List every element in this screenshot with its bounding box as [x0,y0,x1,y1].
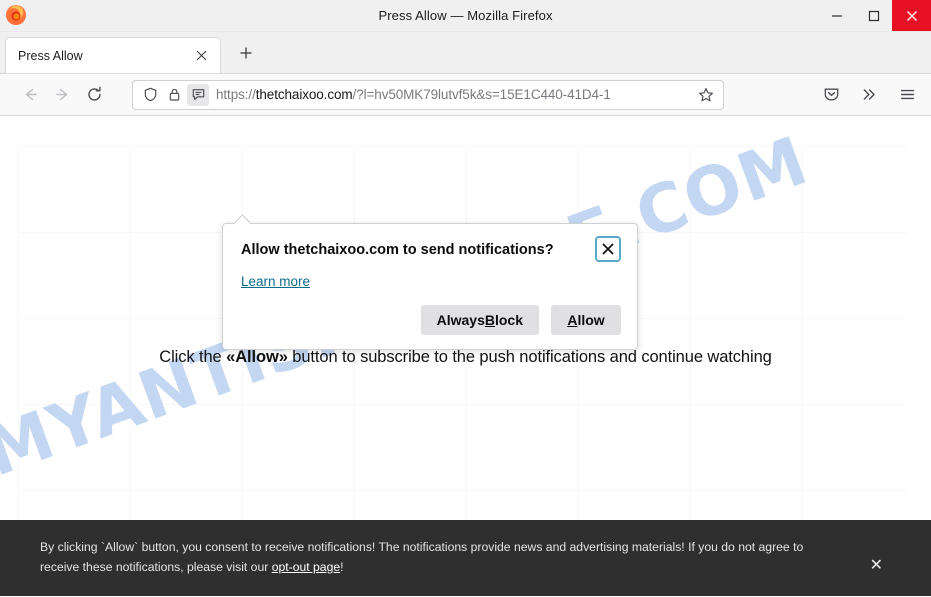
consent-text-part2: ! [340,560,344,574]
instruction-suffix: button to subscribe to the push notifica… [287,348,772,366]
url-host: thetchaixoo.com [255,87,353,102]
page-content: MYANTISPYWARE.COM Click the «Allow» butt… [0,116,931,596]
tab-strip: Press Allow [0,32,931,74]
tab-close-icon[interactable] [190,45,212,67]
consent-text-part1: By clicking `Allow` button, you consent … [40,540,804,574]
url-scheme: https:// [216,87,256,102]
shield-icon[interactable] [139,84,161,106]
new-tab-button[interactable] [233,40,259,66]
allow-suffix: llow [577,312,605,328]
navigation-toolbar: https://thetchaixoo.com/?l=hv50MK79lutvf… [0,74,931,116]
tab-title: Press Allow [18,48,83,63]
reload-button[interactable] [78,80,110,110]
url-text[interactable]: https://thetchaixoo.com/?l=hv50MK79lutvf… [216,87,693,102]
allow-button[interactable]: Allow [551,305,621,335]
always-block-prefix: Always [436,312,485,328]
popup-title: Allow thetchaixoo.com to send notificati… [241,242,554,258]
subscribe-instruction: Click the «Allow» button to subscribe to… [0,348,931,367]
url-path: /?l=hv50MK79lutvf5k&s=15E1C440-41D4-1 [352,87,611,102]
hamburger-menu-icon[interactable] [891,80,923,110]
maximize-button[interactable] [855,0,892,31]
back-button[interactable] [14,80,46,110]
overflow-chevrons-icon[interactable] [853,80,885,110]
popup-close-button[interactable] [595,236,621,262]
popup-header: Allow thetchaixoo.com to send notificati… [241,236,621,262]
minimize-button[interactable] [818,0,855,31]
browser-tab[interactable]: Press Allow [5,37,221,73]
popup-arrow [233,214,252,233]
lock-icon[interactable] [163,84,185,106]
instruction-bold: «Allow» [226,348,288,366]
toolbar-right-tools [815,80,923,110]
url-bar[interactable]: https://thetchaixoo.com/?l=hv50MK79lutvf… [132,79,724,110]
bookmark-star-icon[interactable] [693,82,719,108]
pocket-icon[interactable] [815,80,847,110]
popup-actions: Always Block Allow [241,305,621,335]
opt-out-link[interactable]: opt-out page [272,560,340,574]
forward-button[interactable] [46,80,78,110]
identity-box[interactable] [139,83,209,106]
notification-permission-icon[interactable] [187,83,209,106]
notification-permission-popup: Allow thetchaixoo.com to send notificati… [222,214,638,350]
window-controls [818,0,931,31]
instruction-prefix: Click the [159,348,227,366]
consent-banner: By clicking `Allow` button, you consent … [0,520,931,596]
banner-close-icon[interactable]: ✕ [870,558,883,574]
always-block-accesskey: B [484,312,495,328]
always-block-button[interactable]: Always Block [420,305,539,335]
window-title: Press Allow — Mozilla Firefox [378,8,553,23]
allow-accesskey: A [567,312,578,328]
always-block-suffix: lock [494,312,523,328]
firefox-window: Press Allow — Mozilla Firefox Press Allo… [0,0,931,597]
close-window-button[interactable] [892,0,931,31]
title-bar: Press Allow — Mozilla Firefox [0,0,931,32]
learn-more-link[interactable]: Learn more [241,274,310,289]
consent-banner-text: By clicking `Allow` button, you consent … [40,537,840,577]
